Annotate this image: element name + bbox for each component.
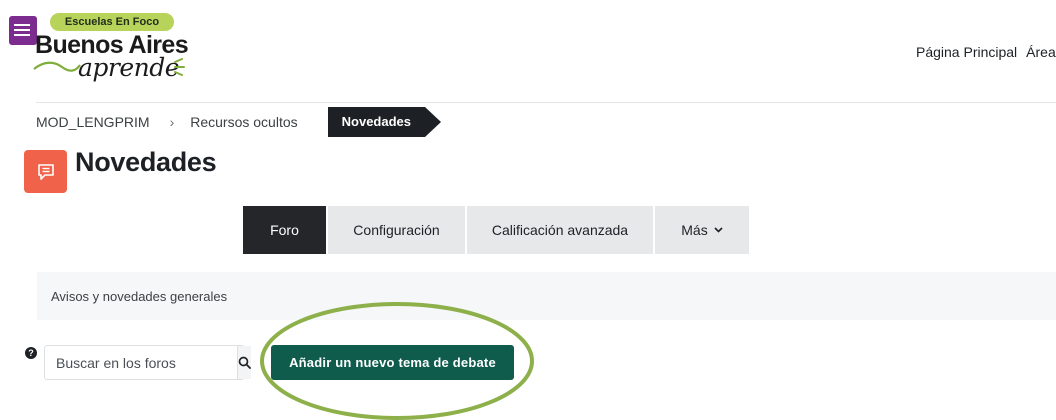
add-discussion-topic-button[interactable]: Añadir un nuevo tema de debate <box>271 345 514 380</box>
logo-pill: Escuelas En Foco <box>50 13 174 31</box>
tab-settings[interactable]: Configuración <box>328 206 465 254</box>
tab-forum-label: Foro <box>270 222 299 238</box>
site-logo[interactable]: Escuelas En Foco Buenos Aires aprende <box>32 13 192 93</box>
breadcrumb-item-course[interactable]: MOD_LENGPRIM <box>36 114 150 130</box>
logo-spark-icon <box>174 58 185 76</box>
chevron-down-icon <box>714 225 723 236</box>
tab-advanced-grading[interactable]: Calificación avanzada <box>467 206 653 254</box>
help-icon[interactable]: ? <box>25 347 37 359</box>
breadcrumb-item-section[interactable]: Recursos ocultos <box>190 114 297 130</box>
tab-more[interactable]: Más <box>655 206 749 254</box>
search-input[interactable] <box>45 346 237 379</box>
logo-sub-text: aprende <box>78 53 180 82</box>
breadcrumb-current: Novedades <box>327 107 442 137</box>
tab-forum[interactable]: Foro <box>243 206 326 254</box>
breadcrumb: MOD_LENGPRIM › Recursos ocultos Novedade… <box>36 107 442 137</box>
nav-item-area[interactable]: Área <box>1026 44 1056 60</box>
nav-item-home[interactable]: Página Principal <box>916 44 1017 60</box>
forum-search <box>44 345 251 380</box>
tab-advanced-grading-label: Calificación avanzada <box>491 222 629 238</box>
tab-settings-label: Configuración <box>353 222 440 238</box>
search-icon <box>238 356 251 369</box>
forum-intro: Avisos y novedades generales <box>37 272 1056 320</box>
forum-intro-text: Avisos y novedades generales <box>51 288 228 304</box>
primary-navigation: Página Principal Área <box>916 44 1056 60</box>
page-title: Novedades <box>75 147 217 177</box>
logo-swoosh-icon <box>33 61 81 72</box>
forum-icon <box>24 150 67 193</box>
secondary-navigation-tabs: Foro Configuración Calificación avanzada… <box>243 206 751 254</box>
tab-more-label: Más <box>681 222 708 238</box>
breadcrumb-separator-icon: › <box>169 114 175 130</box>
header-divider <box>36 102 1056 103</box>
add-discussion-topic-label: Añadir un nuevo tema de debate <box>289 355 496 370</box>
search-button[interactable] <box>237 346 251 379</box>
